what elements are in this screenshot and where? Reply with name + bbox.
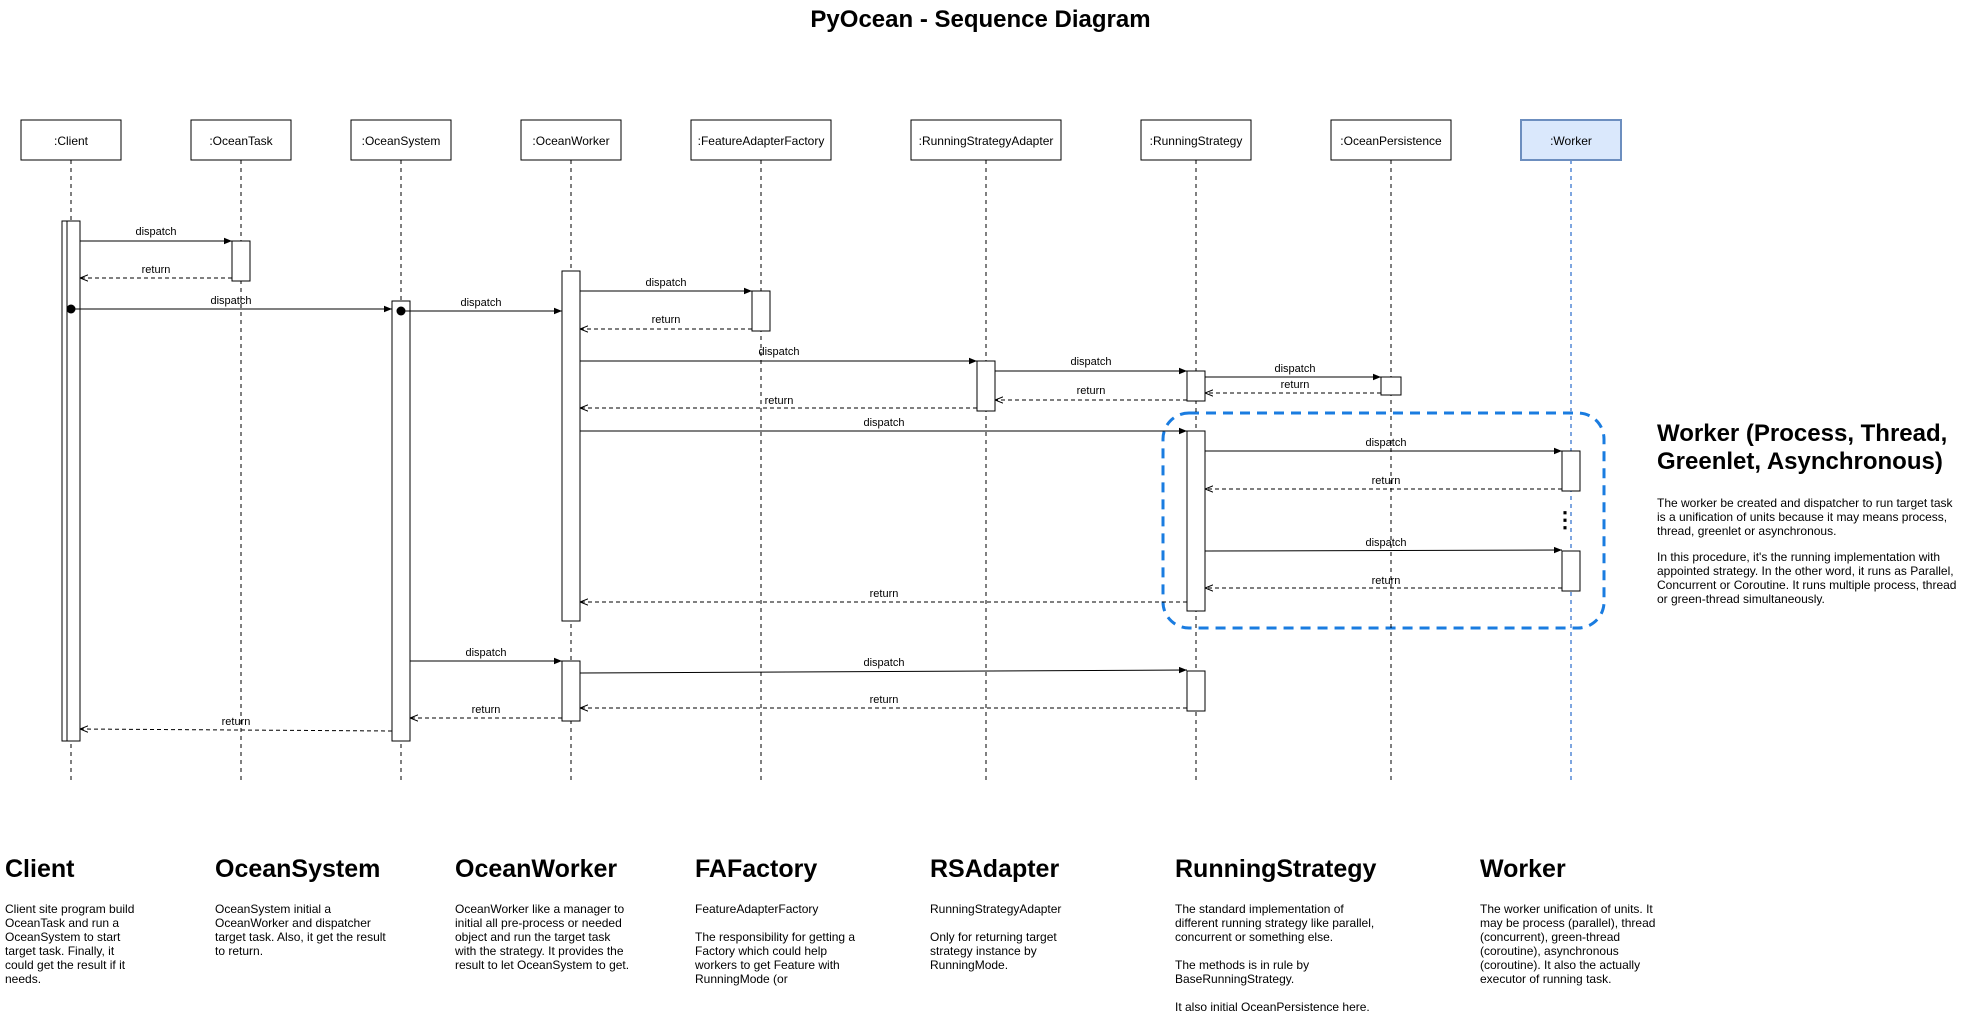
participant-heads: :Client :OceanTask :OceanSystem :OceanWorke… [20,119,1622,161]
note-text: The standard implementation of different… [1175,902,1375,944]
participant-label: :OceanTask [209,134,273,148]
message-label: return [472,704,501,716]
note-rsadapter: RSAdapter RunningStrategyAdapter Only fo… [930,855,1070,986]
note-text: The worker unification of units. It may … [1480,902,1656,986]
message-label: return [765,395,794,407]
message-label: return [652,314,681,326]
message-label: return [1281,379,1310,391]
participant-label: :RunningStrategyAdapter [919,134,1054,148]
message-label: return [222,716,251,728]
message-start-dot [396,306,406,316]
note-text: Client site program build OceanTask and … [5,902,135,986]
messages: dispatch return dispatch dispatch dispatch re… [66,226,1563,731]
note-text: FeatureAdapterFactory [695,902,819,916]
activation-bar [1186,430,1206,612]
participant-label: :RunningStrategy [1150,134,1243,148]
message-label: dispatch [1275,363,1316,375]
note-title: FAFactory [695,855,818,883]
worker-note-paragraph: In this procedure, it's the running impl… [1657,550,1957,606]
participant-label: :Worker [1550,134,1592,148]
message-label: dispatch [759,346,800,358]
activation-bar [751,290,771,332]
participant-label: :OceanSystem [362,134,441,148]
note-fafactory: FAFactory FeatureAdapterFactory The resp… [695,855,865,986]
activation-bar [391,300,411,742]
message-start-dot [66,304,76,314]
message-label: dispatch [1366,437,1407,449]
note-text: The methods is in rule by BaseRunningStr… [1175,958,1310,986]
message-label: dispatch [461,297,502,309]
activation-bar [561,270,581,622]
note-text: The responsibility for getting a Factory… [695,930,856,986]
message-label: return [1077,385,1106,397]
lifelines [70,160,1572,780]
participant-label: :OceanWorker [532,134,609,148]
activation-bar [1186,370,1206,402]
activation-bar [561,660,581,722]
note-oceanworker: OceanWorker OceanWorker like a manager t… [455,855,635,986]
message-label: dispatch [136,226,177,238]
message-label: return [870,694,899,706]
note-worker: Worker The worker unification of units. … [1480,855,1660,1000]
activation-bar [1561,450,1581,492]
participant-label: :Client [54,134,89,148]
message-label: dispatch [1366,537,1407,549]
note-text: RunningStrategyAdapter [930,902,1062,916]
message-label: dispatch [646,277,687,289]
participant-label: :FeatureAdapterFactory [698,134,825,148]
activation-bar [976,360,996,412]
note-oceansystem: OceanSystem OceanSystem initial a OceanW… [215,855,395,972]
note-title: Client [5,855,75,883]
dispatch-arrow [579,666,1188,674]
participant-label: :OceanPersistence [1340,134,1442,148]
worker-note-title: Worker (Process, Thread, Greenlet, Async… [1657,420,1948,475]
note-title: OceanWorker [455,855,618,883]
loop-ellipsis: ⋮ [1554,507,1576,532]
message-label: return [870,588,899,600]
message-label: dispatch [1071,356,1112,368]
note-runningstrategy: RunningStrategy The standard implementat… [1175,855,1380,1028]
message-label: dispatch [211,295,252,307]
message-label: dispatch [864,417,905,429]
message-label: return [142,264,171,276]
activation-bar [1380,376,1402,396]
note-title: RunningStrategy [1175,855,1377,883]
note-title: RSAdapter [930,855,1060,883]
message-label: dispatch [466,647,507,659]
note-text: OceanWorker like a manager to initial al… [455,902,630,972]
note-title: Worker [1480,855,1566,883]
worker-note-paragraph: The worker be created and dispatcher to … [1657,496,1953,538]
message-label: return [1372,575,1401,587]
dispatch-arrow [1204,546,1563,554]
activation-bar [231,240,251,282]
worker-side-note: Worker (Process, Thread, Greenlet, Async… [1657,420,1957,618]
note-text: OceanSystem initial a OceanWorker and di… [215,902,386,958]
activation-bar [61,220,81,742]
message-label: return [1372,475,1401,487]
note-text: Only for returning target strategy insta… [930,930,1057,972]
message-label: dispatch [864,657,905,669]
note-text: It also initial OceanPersistence here. [1175,1000,1370,1014]
activation-bar [1561,550,1581,592]
activation-bars [61,220,1581,742]
note-title: OceanSystem [215,855,381,883]
note-client: Client Client site program build OceanTa… [5,855,140,1000]
return-arrow [80,729,393,731]
activation-bar [1186,670,1206,712]
